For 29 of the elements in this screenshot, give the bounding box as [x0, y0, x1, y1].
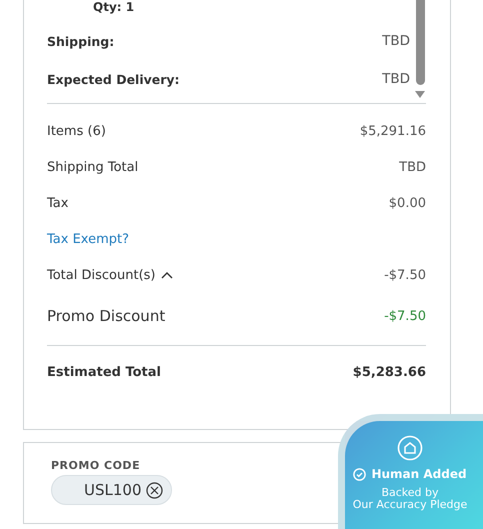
summary-value: $5,291.16: [360, 124, 426, 138]
detail-value: TBD: [382, 33, 410, 49]
detail-label: Shipping:: [47, 34, 114, 48]
badge-text: Backed by: [381, 487, 439, 499]
scrollbar-thumb[interactable]: [416, 0, 424, 85]
detail-value: TBD: [382, 71, 410, 87]
summary-value: -$7.50: [384, 268, 426, 282]
down-arrow-icon[interactable]: [415, 91, 425, 98]
remove-icon[interactable]: [146, 482, 162, 498]
promo-code: USL100: [84, 481, 142, 499]
discount-value: -$7.50: [384, 308, 426, 324]
summary-value: $0.00: [388, 196, 426, 210]
badge-title: Human Added: [371, 467, 467, 481]
total-label: Estimated Total: [47, 364, 161, 380]
summary-value: TBD: [399, 160, 426, 174]
quantity-text: Qty: 1: [93, 0, 134, 14]
check-circle-icon: [353, 468, 366, 480]
promo-label: PROMO CODE: [51, 459, 142, 472]
badge-text: Our Accuracy Pledge: [352, 499, 468, 511]
discount-toggle[interactable]: Total Discount(s): [47, 268, 174, 282]
summary-label: Items (6): [47, 124, 106, 138]
summary-label: Tax: [47, 196, 68, 210]
caret-icon: [161, 271, 174, 279]
total-value: $5,283.66: [352, 364, 426, 380]
summary-label: Shipping Total: [47, 160, 138, 174]
tax-exempt-link[interactable]: Tax Exempt?: [47, 232, 129, 246]
detail-label: Expected Delivery:: [47, 72, 180, 86]
house-icon: [397, 435, 423, 461]
summary-label: Promo Discount: [47, 307, 166, 325]
